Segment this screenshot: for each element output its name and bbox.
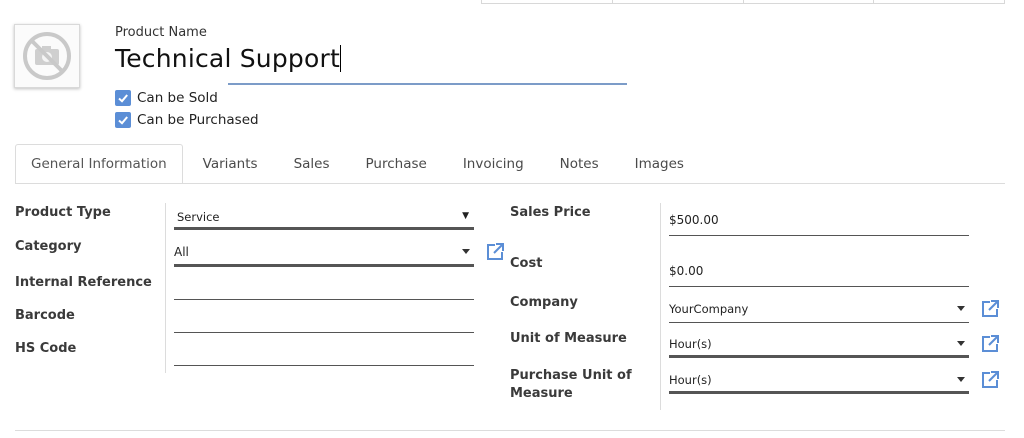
category-underline [174, 264, 474, 267]
can-be-purchased-row: Can be Purchased [115, 112, 259, 128]
company-label: Company [510, 295, 578, 310]
smart-button[interactable] [482, 0, 613, 3]
smart-button[interactable] [874, 0, 1004, 3]
internal-reference-label: Internal Reference [15, 275, 152, 290]
barcode-input[interactable] [174, 313, 474, 333]
unit-of-measure-select[interactable]: Hour(s) [669, 336, 969, 360]
sales-price-underline [669, 235, 969, 236]
tab-purchase[interactable]: Purchase [350, 144, 443, 183]
barcode-label: Barcode [15, 308, 75, 323]
notebook-tabs: General Information Variants Sales Purch… [15, 144, 704, 184]
smart-button[interactable] [744, 0, 875, 3]
smart-button[interactable] [613, 0, 744, 3]
cost-value: $0.00 [669, 264, 704, 278]
hs-code-underline [174, 365, 474, 366]
sales-price-input[interactable]: $500.00 [669, 212, 969, 236]
tab-variants[interactable]: Variants [187, 144, 274, 183]
section-bottom-divider [15, 430, 1005, 431]
tab-invoicing[interactable]: Invoicing [447, 144, 540, 183]
can-be-purchased-label: Can be Purchased [137, 112, 259, 128]
product-name-underline [228, 83, 627, 85]
can-be-sold-label: Can be Sold [137, 90, 218, 106]
product-type-value: Service [177, 210, 220, 224]
dropdown-arrow-icon [957, 306, 965, 311]
hs-code-label: HS Code [15, 341, 77, 356]
company-external-link-icon[interactable] [980, 299, 1000, 319]
internal-reference-input[interactable] [174, 280, 474, 300]
company-select[interactable]: YourCompany [669, 300, 969, 324]
checkmark-icon [118, 94, 128, 103]
purchase-uom-label: Purchase Unit of Measure [510, 367, 632, 403]
text-caret [339, 45, 341, 72]
unit-of-measure-underline [669, 355, 969, 358]
left-group-divider [165, 203, 166, 373]
internal-reference-underline [174, 299, 474, 300]
purchase-uom-underline [669, 391, 969, 394]
product-image[interactable] [14, 24, 80, 88]
category-select[interactable]: All [174, 240, 474, 268]
smart-buttons-strip [481, 0, 1005, 4]
product-name-label: Product Name [115, 25, 207, 40]
category-label: Category [15, 239, 82, 254]
unit-of-measure-value: Hour(s) [669, 337, 712, 351]
barcode-underline [174, 332, 474, 333]
can-be-purchased-checkbox[interactable] [115, 112, 131, 128]
dropdown-arrow-icon [957, 341, 965, 346]
category-external-link-icon[interactable] [485, 242, 505, 262]
checkmark-icon [118, 116, 128, 125]
product-type-label: Product Type [15, 205, 111, 220]
tab-notes[interactable]: Notes [544, 144, 615, 183]
cost-input[interactable]: $0.00 [669, 263, 969, 287]
tabs-divider [15, 183, 1005, 184]
cost-label: Cost [510, 256, 543, 271]
cost-underline [669, 286, 969, 287]
product-name-value: Technical Support [115, 44, 340, 73]
select-arrow-icon: ▼ [462, 211, 469, 221]
purchase-uom-label-line1: Purchase Unit of [510, 368, 632, 383]
unit-of-measure-label: Unit of Measure [510, 331, 627, 346]
category-value: All [174, 245, 189, 259]
purchase-uom-label-line2: Measure [510, 386, 573, 401]
sales-price-value: $500.00 [669, 213, 719, 227]
company-value: YourCompany [669, 302, 749, 316]
dropdown-arrow-icon [462, 249, 470, 254]
sales-price-label: Sales Price [510, 205, 591, 220]
tab-images[interactable]: Images [619, 144, 700, 183]
purchase-uom-external-link-icon[interactable] [980, 370, 1000, 390]
right-group-divider [660, 203, 661, 410]
no-image-icon [23, 32, 71, 80]
product-name-input[interactable]: Technical Support [115, 44, 627, 84]
unit-of-measure-external-link-icon[interactable] [980, 334, 1000, 354]
purchase-uom-select[interactable]: Hour(s) [669, 372, 969, 396]
dropdown-arrow-icon [957, 377, 965, 382]
product-type-underline [174, 227, 474, 230]
tab-sales[interactable]: Sales [278, 144, 346, 183]
hs-code-input[interactable] [174, 346, 474, 366]
purchase-uom-value: Hour(s) [669, 373, 712, 387]
can-be-sold-row: Can be Sold [115, 90, 218, 106]
product-type-select[interactable]: Service ▼ [174, 205, 474, 231]
company-underline [669, 322, 969, 323]
tab-general-information[interactable]: General Information [15, 144, 183, 184]
can-be-sold-checkbox[interactable] [115, 90, 131, 106]
